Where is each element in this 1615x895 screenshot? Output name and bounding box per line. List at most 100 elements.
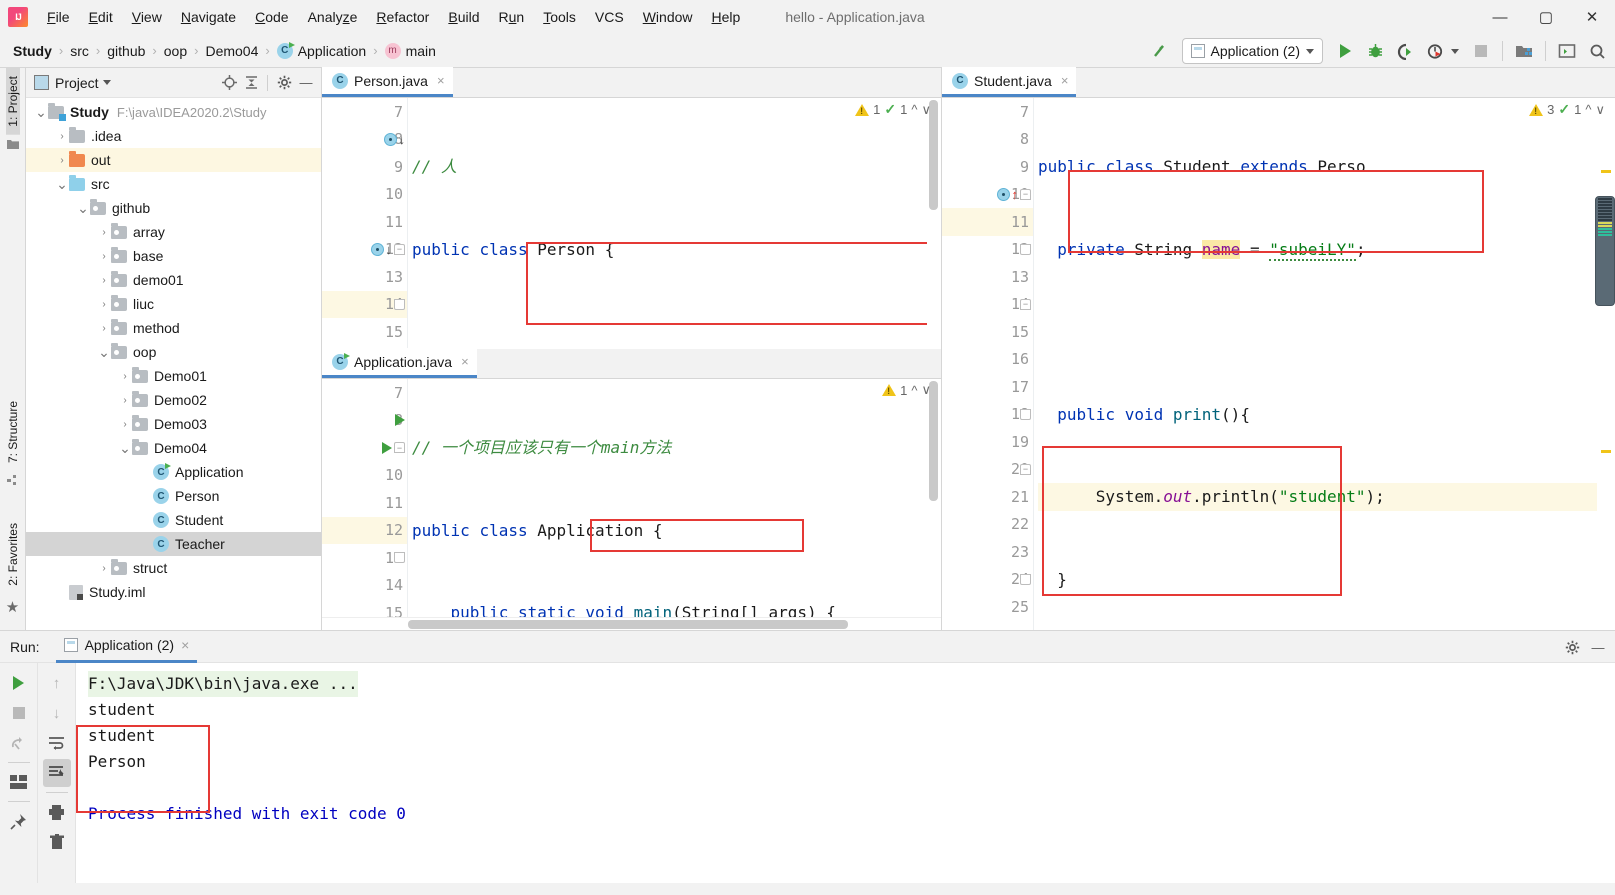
tree-node-application[interactable]: C Application [26,460,321,484]
overridden-marker-icon[interactable] [370,242,384,256]
close-icon[interactable]: × [1061,73,1069,88]
tree-node-method[interactable]: › method [26,316,321,340]
locate-icon[interactable] [218,72,240,94]
inspection-widget-person[interactable]: 1 ✓ 1 ^ ∨ [855,101,931,118]
sidebar-item-project[interactable]: 1: Project [5,68,20,135]
close-icon[interactable]: × [461,354,469,369]
menu-file[interactable]: File [38,5,79,29]
menu-navigate[interactable]: Navigate [172,5,245,29]
breadcrumb-demo04[interactable]: Demo04 [202,41,261,61]
tab-person-java[interactable]: C Person.java × [322,67,453,97]
fold-end-icon[interactable] [1020,408,1031,420]
menu-help[interactable]: Help [703,5,750,29]
code-minimap[interactable] [1595,196,1615,306]
chevron-up-icon[interactable]: ^ [1585,102,1591,117]
chevron-right-icon[interactable]: › [97,323,111,334]
code-person[interactable]: // 人 public class Person { protected Str… [408,98,927,349]
chevron-right-icon[interactable]: › [118,371,132,382]
open-terminal-icon[interactable] [1553,37,1581,65]
chevron-up-icon[interactable]: ^ [911,383,917,398]
fold-collapse-icon[interactable]: − [1020,188,1031,200]
console-output[interactable]: F:\Java\JDK\bin\java.exe ... student stu… [76,663,1615,883]
menu-view[interactable]: View [123,5,171,29]
fold-collapse-icon[interactable]: − [1020,463,1031,475]
editor-body-application[interactable]: 7 8 9 − 10 11 12 13 14 15 [322,379,941,617]
chevron-right-icon[interactable]: › [97,251,111,262]
menu-analyze[interactable]: Analyze [299,5,367,29]
fold-collapse-icon[interactable]: − [394,243,405,255]
close-button[interactable]: ✕ [1569,0,1615,34]
soft-wrap-icon[interactable] [43,729,71,757]
fold-end-icon[interactable] [394,298,405,310]
menu-window[interactable]: Window [634,5,702,29]
gutter-person[interactable]: 7 8 ↓ 9 10 11 12 ↓− 13 14 15 [322,98,408,349]
override-marker-icon[interactable] [383,132,397,146]
tree-node-oop[interactable]: ⌄ oop [26,340,321,364]
tree-node-person[interactable]: C Person [26,484,321,508]
chevron-down-icon[interactable]: ∨ [1595,102,1605,118]
tree-node-study-iml[interactable]: Study.iml [26,580,321,604]
fold-end-icon[interactable] [394,552,405,564]
scrollbar-person[interactable] [927,98,941,349]
breadcrumb-study[interactable]: Study [10,41,55,61]
run-tab-application[interactable]: Application (2) × [55,631,198,663]
chevron-right-icon[interactable]: › [118,395,132,406]
menu-code[interactable]: Code [246,5,297,29]
chevron-right-icon[interactable]: › [97,227,111,238]
editor-body-student[interactable]: 7 8 9 10 ↑− 11 12 13 14 − 15 [942,98,1615,630]
project-structure-icon[interactable] [1510,37,1538,65]
run-method-icon[interactable] [382,441,392,454]
run-configuration-selector[interactable]: Application (2) [1181,38,1323,64]
tree-node-github[interactable]: ⌄ github [26,196,321,220]
breadcrumb-src[interactable]: src [67,41,92,61]
run-button[interactable] [1331,37,1359,65]
inspection-widget-application[interactable]: 1 ^ ∨ [882,382,931,398]
code-student[interactable]: public class Student extends Perso priva… [1034,98,1597,630]
scrollbar-student[interactable] [1595,98,1615,630]
gutter-student[interactable]: 7 8 9 10 ↑− 11 12 13 14 − 15 [942,98,1034,630]
editor-body-person[interactable]: 7 8 ↓ 9 10 11 12 ↓− 13 14 15 [322,98,941,349]
tree-node-demo02[interactable]: › Demo02 [26,388,321,412]
chevron-right-icon[interactable]: › [55,131,69,142]
clear-all-icon[interactable] [43,828,71,856]
chevron-down-icon[interactable]: ⌄ [97,345,111,359]
profiler-chevron-down-icon[interactable] [1451,48,1459,54]
fold-collapse-icon[interactable]: − [394,442,405,454]
settings-gear-icon[interactable] [1561,636,1583,658]
tree-node-struct[interactable]: › struct [26,556,321,580]
close-icon[interactable]: × [437,73,445,88]
breadcrumb-main[interactable]: m main [382,41,439,61]
overriding-method-icon[interactable] [996,187,1010,201]
pin-icon[interactable] [5,807,33,835]
tree-node-demo03[interactable]: › Demo03 [26,412,321,436]
layout-settings-icon[interactable] [5,768,33,796]
hide-panel-icon[interactable]: — [1587,636,1609,658]
search-everywhere-icon[interactable] [1583,37,1611,65]
chevron-down-icon[interactable]: ⌄ [55,177,69,191]
menu-tools[interactable]: Tools [534,5,585,29]
build-hammer-icon[interactable] [1146,37,1174,65]
menu-vcs[interactable]: VCS [586,5,633,29]
menu-run[interactable]: Run [490,5,534,29]
breadcrumb-github[interactable]: github [104,41,148,61]
chevron-right-icon[interactable]: › [55,155,69,166]
chevron-down-icon[interactable]: ⌄ [118,441,132,455]
run-with-coverage-button[interactable] [1391,37,1419,65]
hide-panel-icon[interactable]: — [295,72,317,94]
tree-node-demo01[interactable]: › Demo01 [26,364,321,388]
tree-node-out[interactable]: › out [26,148,321,172]
project-tree[interactable]: ⌄ Study F:\java\IDEA2020.2\Study › .idea › out… [26,98,321,630]
fold-collapse-icon[interactable]: − [1020,298,1031,310]
run-class-icon[interactable] [395,414,405,427]
tree-node-study[interactable]: ⌄ Study F:\java\IDEA2020.2\Study [26,100,321,124]
fold-end-icon[interactable] [1020,243,1031,255]
close-icon[interactable]: × [181,637,189,653]
tab-student-java[interactable]: C Student.java × [942,67,1077,97]
collapse-all-icon[interactable] [240,72,262,94]
chevron-down-icon[interactable]: ⌄ [34,105,48,119]
tree-node-teacher[interactable]: C Teacher [26,532,321,556]
sidebar-item-favorites[interactable]: 2: Favorites [6,515,20,594]
menu-edit[interactable]: Edit [80,5,122,29]
sidebar-item-structure[interactable]: 7: Structure [6,393,20,471]
tree-node-demo04[interactable]: ⌄ Demo04 [26,436,321,460]
